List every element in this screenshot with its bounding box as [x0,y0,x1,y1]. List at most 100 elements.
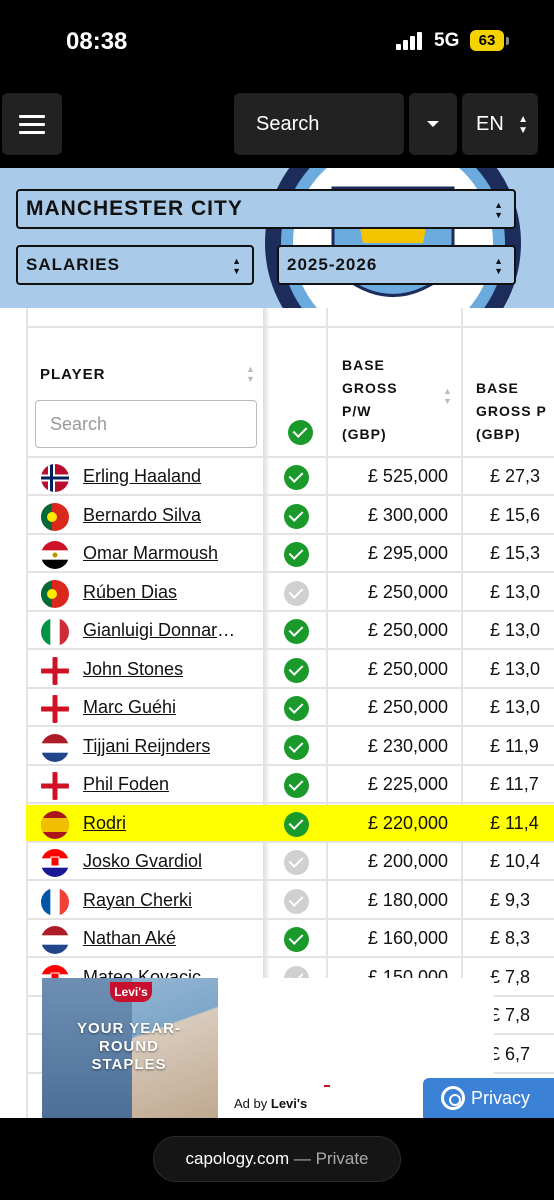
url-domain: capology.com [185,1149,290,1168]
croatia-flag-icon [41,849,69,877]
base-annual-column-header[interactable]: BASE GROSS P (GBP) [476,377,547,446]
weekly-salary: £ 250,000 [367,658,448,679]
search-dropdown-button[interactable] [409,93,457,155]
table-row[interactable]: Josko Gvardiol £ 200,000 £ 10,4 [26,843,554,881]
annual-salary: £ 7,8 [490,966,531,987]
language-label: EN [476,113,504,135]
check-icon [284,465,309,490]
france-flag-icon [41,887,69,916]
table-row[interactable]: Omar Marmoush £ 295,000 £ 15,3 [26,535,554,573]
base-weekly-column-header[interactable]: BASE GROSS P/W (GBP) [342,354,398,446]
updown-arrow-icon: ▲ ▼ [494,256,504,276]
table-row[interactable]: Rúben Dias £ 250,000 £ 13,0 [26,574,554,612]
privacy-button[interactable]: Privacy [423,1078,554,1118]
table-row[interactable]: Bernardo Silva £ 300,000 £ 15,6 [26,497,554,535]
search-button[interactable]: Search [234,93,404,155]
check-icon [284,734,309,760]
clock: 08:38 [66,28,128,55]
annual-salary: £ 27,3 [490,466,541,486]
sort-icon[interactable]: ▲ ▼ [246,364,255,384]
annual-salary: £ 10,4 [490,851,541,871]
season-select[interactable]: 2025-2026 ▲ ▼ [277,245,516,285]
player-name-link[interactable]: Tijjani Reijnders [83,736,210,757]
england-flag-icon [41,656,69,685]
check-icon [284,811,309,837]
battery-icon: 63 [470,30,504,51]
table-row[interactable]: Gianluigi Donnaru… £ 250,000 £ 13,0 [26,612,554,650]
egypt-flag-icon [41,541,69,569]
player-column-header[interactable]: PLAYER [40,366,105,383]
annual-salary: £ 15,6 [490,504,541,525]
annual-salary: £ 8,3 [490,928,531,948]
check-icon [284,503,309,529]
annual-salary: £ 9,3 [490,889,531,910]
player-search-input[interactable]: Search [35,400,257,448]
table-row[interactable]: Rodri £ 220,000 £ 11,4 [26,804,554,843]
england-flag-icon [41,772,69,800]
updown-arrow-icon: ▲ ▼ [494,200,504,220]
gear-icon [441,1086,465,1110]
annual-salary: £ 11,4 [490,812,539,833]
sort-icon[interactable]: ▲ ▼ [443,386,452,406]
season-value: 2025-2026 [287,255,378,274]
data-type-value: SALARIES [26,255,120,274]
private-mode-label: — Private [293,1149,369,1168]
check-icon [284,657,309,683]
player-name-link[interactable]: Marc Guéhi [83,697,176,718]
player-name-link[interactable]: Rodri [83,813,126,834]
table-row[interactable]: Phil Foden £ 225,000 £ 11,7 [26,766,554,804]
player-name-link[interactable]: Rúben Dias [83,582,177,603]
portugal-flag-icon [41,579,69,608]
data-type-select[interactable]: SALARIES ▲ ▼ [16,245,254,285]
norway-flag-icon [41,464,69,492]
player-name-link[interactable]: Bernardo Silva [83,505,201,526]
ad-image[interactable]: Levi's YOUR YEAR-ROUND STAPLES [42,978,218,1118]
player-name-link[interactable]: John Stones [83,659,183,680]
weekly-salary: £ 300,000 [367,504,448,525]
team-select[interactable]: MANCHESTER CITY ▲ ▼ [16,189,516,229]
check-icon [284,580,309,606]
england-flag-icon [41,695,69,723]
table-row[interactable]: Nathan Aké £ 160,000 £ 8,3 [26,920,554,958]
signal-icon [396,32,426,50]
table-row[interactable]: Rayan Cherki £ 180,000 £ 9,3 [26,882,554,920]
player-name-link[interactable]: Rayan Cherki [83,890,192,911]
check-icon [288,420,313,445]
check-icon [284,542,309,567]
italy-flag-icon [41,618,69,646]
top-nav: Search EN ▲ ▼ [0,82,554,168]
annual-salary: £ 13,0 [490,697,541,717]
check-icon [284,619,309,644]
annual-salary: £ 6,7 [490,1043,531,1064]
weekly-salary: £ 220,000 [367,812,448,833]
player-name-link[interactable]: Erling Haaland [83,466,201,487]
spain-flag-icon [41,810,69,839]
updown-arrow-icon: ▲ ▼ [232,256,242,276]
player-name-link[interactable]: Gianluigi Donnaru… [83,620,243,641]
player-name-link[interactable]: Omar Marmoush [83,543,218,564]
hamburger-menu-button[interactable] [2,93,62,155]
active-column-header[interactable] [288,420,313,445]
weekly-salary: £ 230,000 [367,735,448,756]
weekly-salary: £ 225,000 [367,774,448,794]
weekly-salary: £ 295,000 [367,543,448,563]
table-row[interactable]: Erling Haaland £ 525,000 £ 27,3 [26,458,554,496]
url-bar[interactable]: capology.com — Private [153,1136,401,1182]
check-icon [284,696,309,721]
annual-salary: £ 13,0 [490,658,541,679]
weekly-salary: £ 180,000 [367,889,448,910]
weekly-salary: £ 250,000 [367,697,448,717]
language-select[interactable]: EN ▲ ▼ [462,93,538,155]
player-name-link[interactable]: Phil Foden [83,774,169,795]
table-row[interactable]: John Stones £ 250,000 £ 13,0 [26,651,554,689]
player-name-link[interactable]: Nathan Aké [83,928,176,949]
status-bar: 08:38 5G 63 [0,0,554,82]
table-row[interactable]: Marc Guéhi £ 250,000 £ 13,0 [26,689,554,727]
netherlands-flag-icon [41,733,69,762]
portugal-flag-icon [41,502,69,531]
annual-salary: £ 13,0 [490,620,541,640]
check-icon [284,927,309,952]
player-name-link[interactable]: Josko Gvardiol [83,851,202,872]
annual-salary: £ 11,7 [490,774,539,794]
table-row[interactable]: Tijjani Reijnders £ 230,000 £ 11,9 [26,728,554,766]
